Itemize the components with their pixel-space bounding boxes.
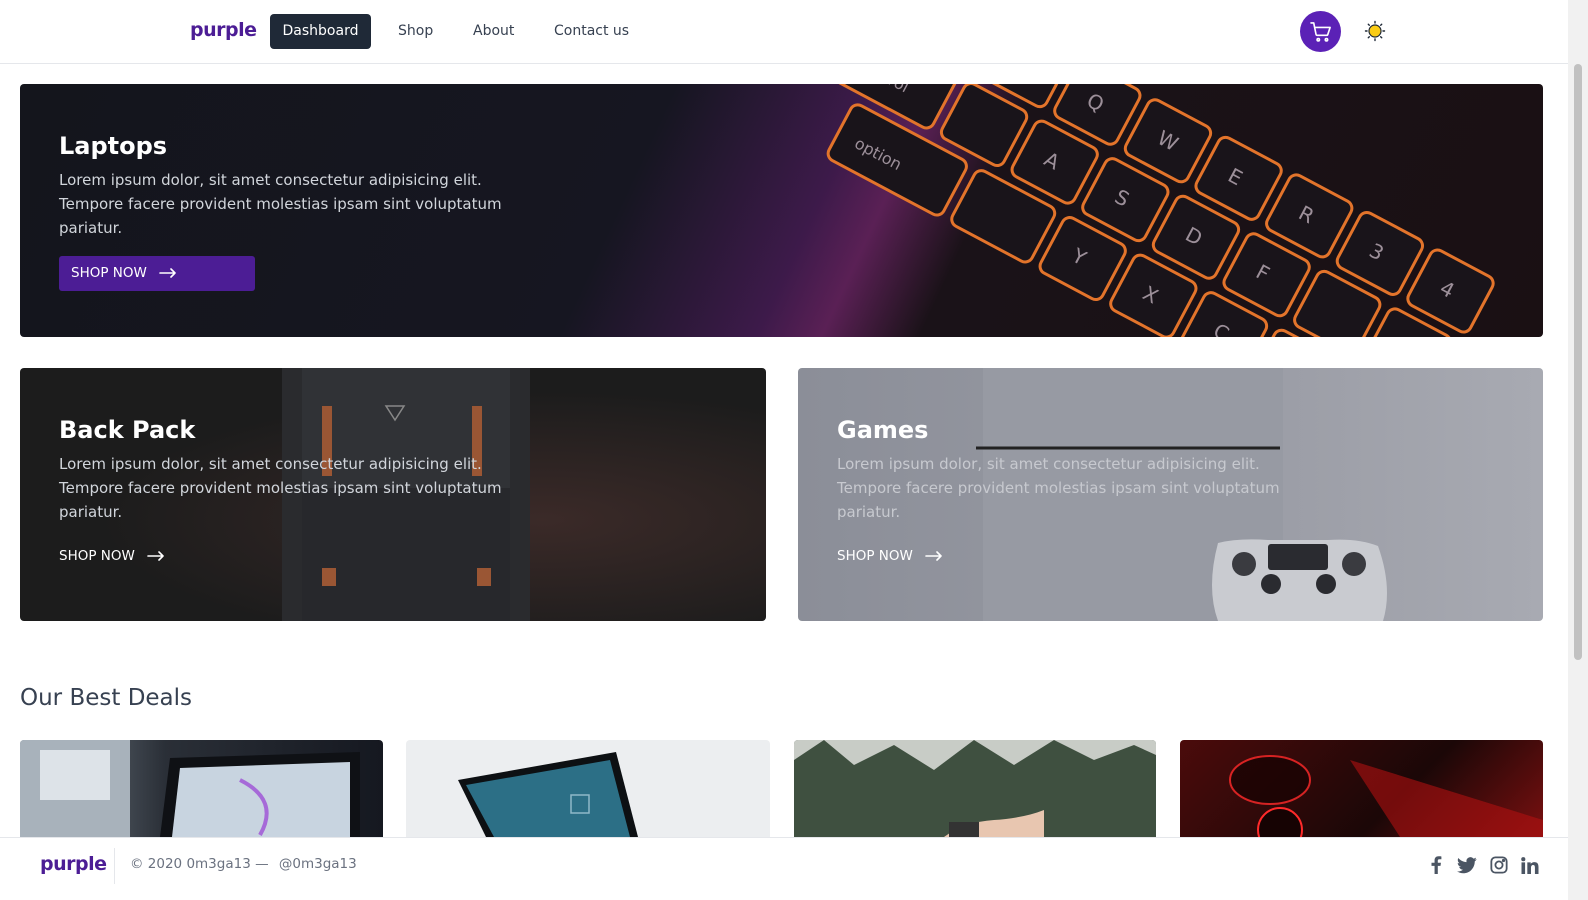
- instagram-icon: [1490, 856, 1508, 874]
- deal-card-controller-image[interactable]: [1180, 740, 1543, 837]
- nav-link-dashboard[interactable]: Dashboard: [270, 14, 371, 49]
- linkedin-link[interactable]: [1519, 854, 1541, 876]
- keyboard-image: fn control option A S D F Q W E R Y X C …: [826, 84, 1495, 337]
- banner-title: Back Pack: [59, 416, 196, 444]
- banner-description: Lorem ipsum dolor, sit amet consectetur …: [59, 171, 502, 237]
- cart-button[interactable]: [1300, 11, 1341, 52]
- banner-title: Laptops: [59, 132, 168, 160]
- deal-card-watch-image[interactable]: [794, 740, 1156, 837]
- watch-photo: [794, 740, 1156, 837]
- footer-divider: [114, 848, 115, 884]
- facebook-icon: [1431, 856, 1442, 874]
- banner-description: Lorem ipsum dolor, sit amet consectetur …: [59, 455, 502, 521]
- nav-link-about[interactable]: About: [461, 14, 526, 49]
- scrollbar-thumb[interactable]: [1574, 64, 1582, 660]
- windows-laptop-photo: [458, 752, 638, 837]
- footer-copyright: © 2020 0m3ga13 — @0m3ga13: [130, 856, 357, 872]
- banner-title: Games: [837, 416, 929, 444]
- banner-backpack[interactable]: Back Pack Lorem ipsum dolor, sit amet co…: [20, 368, 766, 621]
- deal-card-windows-laptop-image[interactable]: [406, 740, 770, 837]
- footer-brand-logo[interactable]: purple: [40, 853, 107, 875]
- shop-now-label: SHOP NOW: [837, 548, 913, 564]
- brand-logo[interactable]: purple: [190, 19, 257, 41]
- theme-toggle-button[interactable]: [1363, 19, 1387, 43]
- arrow-right-icon: [159, 268, 176, 278]
- deal-card-laptop-image[interactable]: [20, 740, 383, 837]
- shop-now-label: SHOP NOW: [59, 548, 135, 564]
- copyright-text: © 2020 0m3ga13 —: [130, 856, 269, 872]
- arrow-right-icon: [925, 551, 942, 561]
- best-deals-title: Our Best Deals: [20, 685, 193, 711]
- page-scrollbar[interactable]: [1568, 0, 1588, 900]
- controller-photo: [1229, 755, 1543, 837]
- twitter-icon: [1457, 856, 1477, 873]
- shop-now-button[interactable]: SHOP NOW: [59, 256, 255, 291]
- facebook-link[interactable]: [1425, 854, 1447, 876]
- arrow-right-icon: [147, 551, 164, 561]
- banner-laptops[interactable]: fn control option A S D F Q W E R Y X C …: [20, 84, 1543, 337]
- instagram-link[interactable]: [1488, 854, 1510, 876]
- nav-link-shop[interactable]: Shop: [386, 14, 445, 49]
- sun-icon: [1364, 20, 1386, 42]
- nav-link-contact[interactable]: Contact us: [542, 14, 641, 49]
- author-handle-link[interactable]: @0m3ga13: [279, 856, 357, 872]
- shop-now-link[interactable]: SHOP NOW: [837, 548, 943, 564]
- twitter-link[interactable]: [1456, 854, 1478, 876]
- top-navbar: purple Dashboard Shop About Contact us: [0, 0, 1568, 64]
- cart-icon: [1309, 21, 1331, 42]
- linkedin-icon: [1521, 856, 1539, 874]
- laptop-photo: [20, 740, 360, 837]
- banner-games[interactable]: Games Lorem ipsum dolor, sit amet consec…: [798, 368, 1543, 621]
- footer: purple © 2020 0m3ga13 — @0m3ga13: [0, 837, 1568, 900]
- banner-description: Lorem ipsum dolor, sit amet consectetur …: [837, 455, 1280, 521]
- shop-now-label: SHOP NOW: [71, 265, 147, 281]
- shop-now-link[interactable]: SHOP NOW: [59, 548, 165, 564]
